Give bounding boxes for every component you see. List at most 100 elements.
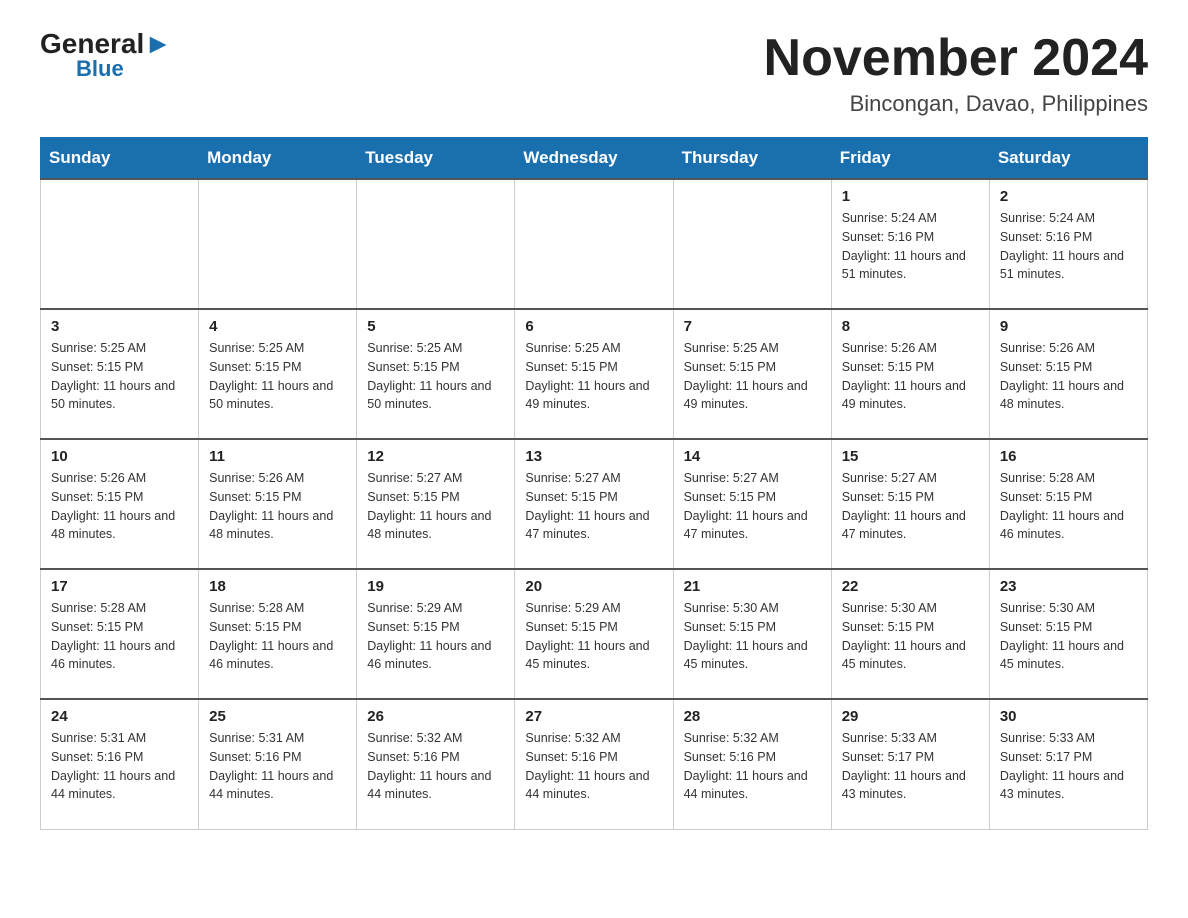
day-info: Sunrise: 5:30 AM Sunset: 5:15 PM Dayligh… bbox=[1000, 599, 1137, 674]
day-info: Sunrise: 5:28 AM Sunset: 5:15 PM Dayligh… bbox=[51, 599, 188, 674]
day-info: Sunrise: 5:25 AM Sunset: 5:15 PM Dayligh… bbox=[367, 339, 504, 414]
day-info: Sunrise: 5:28 AM Sunset: 5:15 PM Dayligh… bbox=[209, 599, 346, 674]
day-number: 7 bbox=[684, 318, 821, 335]
calendar-cell: 24 Sunrise: 5:31 AM Sunset: 5:16 PM Dayli… bbox=[41, 699, 199, 829]
calendar-title: November 2024 bbox=[764, 30, 1148, 87]
day-number: 18 bbox=[209, 578, 346, 595]
day-number: 27 bbox=[525, 708, 662, 725]
day-info: Sunrise: 5:28 AM Sunset: 5:15 PM Dayligh… bbox=[1000, 469, 1137, 544]
weekday-header-sunday: Sunday bbox=[41, 138, 199, 180]
day-info: Sunrise: 5:32 AM Sunset: 5:16 PM Dayligh… bbox=[367, 729, 504, 804]
calendar-cell: 4Sunrise: 5:25 AM Sunset: 5:15 PM Daylig… bbox=[199, 309, 357, 439]
calendar-cell: 3 Sunrise: 5:25 AM Sunset: 5:15 PM Daylig… bbox=[41, 309, 199, 439]
day-info: Sunrise: 5:30 AM Sunset: 5:15 PM Dayligh… bbox=[842, 599, 979, 674]
day-number: 10 bbox=[51, 448, 188, 465]
weekday-header-tuesday: Tuesday bbox=[357, 138, 515, 180]
weekday-header-saturday: Saturday bbox=[989, 138, 1147, 180]
day-number: 19 bbox=[367, 578, 504, 595]
day-number: 25 bbox=[209, 708, 346, 725]
calendar-cell: 26 Sunrise: 5:32 AM Sunset: 5:16 PM Dayli… bbox=[357, 699, 515, 829]
day-info: Sunrise: 5:32 AM Sunset: 5:16 PM Dayligh… bbox=[684, 729, 821, 804]
calendar-table: SundayMondayTuesdayWednesdayThursdayFrid… bbox=[40, 137, 1148, 830]
day-info: Sunrise: 5:27 AM Sunset: 5:15 PM Dayligh… bbox=[525, 469, 662, 544]
day-info: Sunrise: 5:31 AM Sunset: 5:16 PM Dayligh… bbox=[209, 729, 346, 804]
calendar-week-2: 3 Sunrise: 5:25 AM Sunset: 5:15 PM Daylig… bbox=[41, 309, 1148, 439]
day-number: 22 bbox=[842, 578, 979, 595]
day-number: 15 bbox=[842, 448, 979, 465]
weekday-header-monday: Monday bbox=[199, 138, 357, 180]
day-info: Sunrise: 5:33 AM Sunset: 5:17 PM Dayligh… bbox=[842, 729, 979, 804]
calendar-cell: 13 Sunrise: 5:27 AM Sunset: 5:15 PM Dayli… bbox=[515, 439, 673, 569]
day-info: Sunrise: 5:26 AM Sunset: 5:15 PM Dayligh… bbox=[209, 469, 346, 544]
logo-triangle: ► bbox=[144, 28, 172, 59]
calendar-cell: 6 Sunrise: 5:25 AM Sunset: 5:15 PM Daylig… bbox=[515, 309, 673, 439]
day-number: 13 bbox=[525, 448, 662, 465]
calendar-cell: 21 Sunrise: 5:30 AM Sunset: 5:15 PM Dayli… bbox=[673, 569, 831, 699]
logo-general: General► bbox=[40, 30, 172, 58]
day-number: 16 bbox=[1000, 448, 1137, 465]
calendar-cell: 22 Sunrise: 5:30 AM Sunset: 5:15 PM Dayli… bbox=[831, 569, 989, 699]
calendar-cell bbox=[673, 179, 831, 309]
day-number: 11 bbox=[209, 448, 346, 465]
day-info: Sunrise: 5:25 AM Sunset: 5:15 PM Dayligh… bbox=[209, 339, 346, 414]
calendar-cell: 29 Sunrise: 5:33 AM Sunset: 5:17 PM Dayli… bbox=[831, 699, 989, 829]
calendar-cell: 25 Sunrise: 5:31 AM Sunset: 5:16 PM Dayli… bbox=[199, 699, 357, 829]
calendar-cell: 23 Sunrise: 5:30 AM Sunset: 5:15 PM Dayli… bbox=[989, 569, 1147, 699]
logo-blue: Blue bbox=[76, 58, 124, 80]
day-number: 1 bbox=[842, 188, 979, 205]
day-number: 6 bbox=[525, 318, 662, 335]
day-number: 12 bbox=[367, 448, 504, 465]
day-info: Sunrise: 5:26 AM Sunset: 5:15 PM Dayligh… bbox=[842, 339, 979, 414]
calendar-cell: 11 Sunrise: 5:26 AM Sunset: 5:15 PM Dayli… bbox=[199, 439, 357, 569]
day-info: Sunrise: 5:27 AM Sunset: 5:15 PM Dayligh… bbox=[842, 469, 979, 544]
calendar-cell: 1 Sunrise: 5:24 AM Sunset: 5:16 PM Daylig… bbox=[831, 179, 989, 309]
day-number: 17 bbox=[51, 578, 188, 595]
day-info: Sunrise: 5:25 AM Sunset: 5:15 PM Dayligh… bbox=[51, 339, 188, 414]
calendar-cell bbox=[199, 179, 357, 309]
calendar-cell: 16 Sunrise: 5:28 AM Sunset: 5:15 PM Dayli… bbox=[989, 439, 1147, 569]
calendar-cell: 9 Sunrise: 5:26 AM Sunset: 5:15 PM Daylig… bbox=[989, 309, 1147, 439]
day-number: 3 bbox=[51, 318, 188, 335]
day-number: 30 bbox=[1000, 708, 1137, 725]
day-number: 29 bbox=[842, 708, 979, 725]
calendar-cell bbox=[357, 179, 515, 309]
calendar-cell: 12 Sunrise: 5:27 AM Sunset: 5:15 PM Dayli… bbox=[357, 439, 515, 569]
calendar-cell: 5 Sunrise: 5:25 AM Sunset: 5:15 PM Daylig… bbox=[357, 309, 515, 439]
weekday-header-row: SundayMondayTuesdayWednesdayThursdayFrid… bbox=[41, 138, 1148, 180]
day-info: Sunrise: 5:31 AM Sunset: 5:16 PM Dayligh… bbox=[51, 729, 188, 804]
day-number: 8 bbox=[842, 318, 979, 335]
day-number: 5 bbox=[367, 318, 504, 335]
day-info: Sunrise: 5:27 AM Sunset: 5:15 PM Dayligh… bbox=[367, 469, 504, 544]
day-info: Sunrise: 5:24 AM Sunset: 5:16 PM Dayligh… bbox=[842, 209, 979, 284]
calendar-cell: 14Sunrise: 5:27 AM Sunset: 5:15 PM Dayli… bbox=[673, 439, 831, 569]
calendar-cell: 17 Sunrise: 5:28 AM Sunset: 5:15 PM Dayli… bbox=[41, 569, 199, 699]
day-info: Sunrise: 5:33 AM Sunset: 5:17 PM Dayligh… bbox=[1000, 729, 1137, 804]
calendar-cell: 7 Sunrise: 5:25 AM Sunset: 5:15 PM Daylig… bbox=[673, 309, 831, 439]
calendar-week-4: 17 Sunrise: 5:28 AM Sunset: 5:15 PM Dayli… bbox=[41, 569, 1148, 699]
day-info: Sunrise: 5:25 AM Sunset: 5:15 PM Dayligh… bbox=[684, 339, 821, 414]
day-info: Sunrise: 5:25 AM Sunset: 5:15 PM Dayligh… bbox=[525, 339, 662, 414]
calendar-subtitle: Bincongan, Davao, Philippines bbox=[764, 91, 1148, 117]
day-number: 9 bbox=[1000, 318, 1137, 335]
calendar-cell bbox=[41, 179, 199, 309]
day-number: 23 bbox=[1000, 578, 1137, 595]
day-info: Sunrise: 5:29 AM Sunset: 5:15 PM Dayligh… bbox=[525, 599, 662, 674]
day-info: Sunrise: 5:26 AM Sunset: 5:15 PM Dayligh… bbox=[51, 469, 188, 544]
day-info: Sunrise: 5:32 AM Sunset: 5:16 PM Dayligh… bbox=[525, 729, 662, 804]
calendar-week-3: 10 Sunrise: 5:26 AM Sunset: 5:15 PM Dayli… bbox=[41, 439, 1148, 569]
calendar-cell bbox=[515, 179, 673, 309]
day-number: 24 bbox=[51, 708, 188, 725]
calendar-cell: 18 Sunrise: 5:28 AM Sunset: 5:15 PM Dayli… bbox=[199, 569, 357, 699]
day-number: 14 bbox=[684, 448, 821, 465]
day-number: 20 bbox=[525, 578, 662, 595]
day-info: Sunrise: 5:30 AM Sunset: 5:15 PM Dayligh… bbox=[684, 599, 821, 674]
calendar-cell: 30 Sunrise: 5:33 AM Sunset: 5:17 PM Dayli… bbox=[989, 699, 1147, 829]
day-info: Sunrise: 5:26 AM Sunset: 5:15 PM Dayligh… bbox=[1000, 339, 1137, 414]
calendar-cell: 8 Sunrise: 5:26 AM Sunset: 5:15 PM Daylig… bbox=[831, 309, 989, 439]
calendar-cell: 2Sunrise: 5:24 AM Sunset: 5:16 PM Daylig… bbox=[989, 179, 1147, 309]
day-number: 21 bbox=[684, 578, 821, 595]
weekday-header-friday: Friday bbox=[831, 138, 989, 180]
day-number: 26 bbox=[367, 708, 504, 725]
calendar-week-5: 24 Sunrise: 5:31 AM Sunset: 5:16 PM Dayli… bbox=[41, 699, 1148, 829]
page-header: General► Blue November 2024 Bincongan, D… bbox=[40, 30, 1148, 117]
